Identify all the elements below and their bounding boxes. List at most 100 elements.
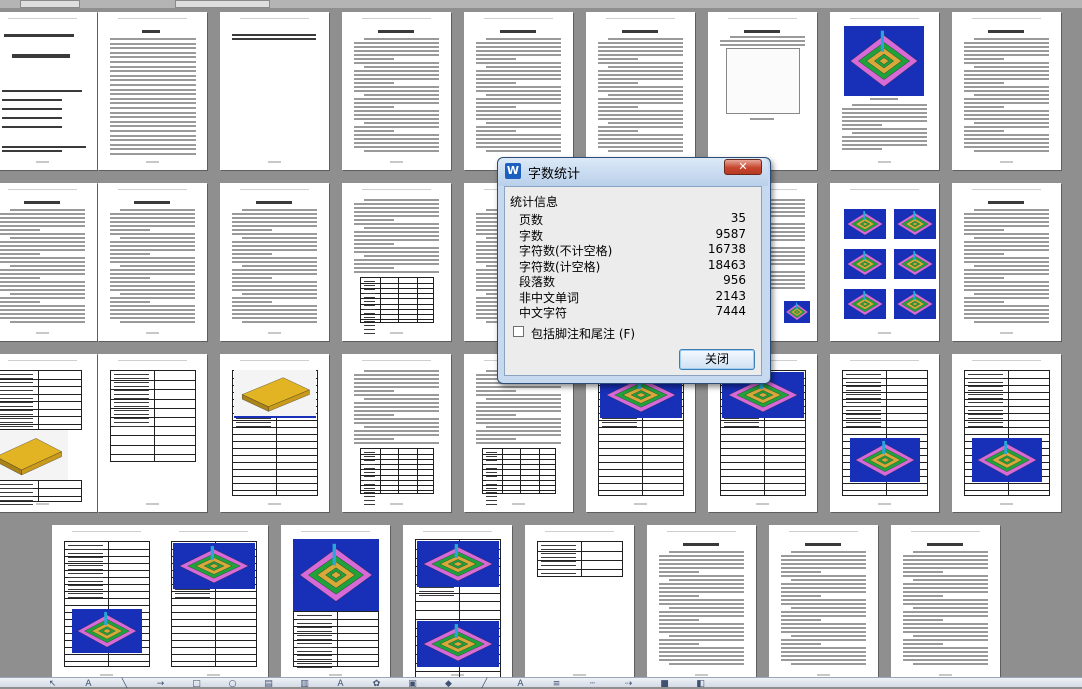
- include-footnotes-checkbox[interactable]: [513, 326, 524, 337]
- text-line: [852, 104, 927, 106]
- page-thumbnail[interactable]: [281, 525, 390, 683]
- page-thumbnail[interactable]: [830, 183, 939, 341]
- page-thumbnail[interactable]: [220, 12, 329, 170]
- tab-fragment[interactable]: [175, 0, 270, 8]
- clipart-icon[interactable]: ✿: [372, 680, 381, 689]
- page-thumbnail[interactable]: [52, 525, 161, 683]
- page-thumbnail[interactable]: [464, 12, 573, 170]
- wordart-icon[interactable]: A: [336, 680, 345, 689]
- text-line: [232, 317, 317, 319]
- page-thumbnail[interactable]: [0, 354, 97, 512]
- table-row-line: [233, 427, 317, 428]
- text-line: [354, 378, 439, 380]
- include-footnotes-label[interactable]: 包括脚注和尾注 (F): [531, 325, 635, 342]
- page-thumbnail[interactable]: [342, 12, 451, 170]
- line-style-icon[interactable]: ≡: [552, 680, 561, 689]
- page-thumbnail[interactable]: [830, 354, 939, 512]
- shadow-icon[interactable]: ■: [660, 680, 669, 689]
- page-thumbnail[interactable]: [98, 354, 207, 512]
- text-line: [964, 62, 1049, 64]
- text-line: [964, 114, 1049, 116]
- dash-style-icon[interactable]: ┄: [588, 680, 597, 689]
- table-cell-text: [724, 426, 759, 427]
- page-header-rule: [117, 18, 188, 19]
- table-row-line: [233, 420, 317, 421]
- font-color-icon[interactable]: A: [516, 680, 525, 689]
- text-line: [354, 134, 439, 136]
- textbox-icon[interactable]: ▤: [264, 680, 273, 689]
- page-thumbnail[interactable]: [708, 12, 817, 170]
- rect-icon[interactable]: □: [192, 680, 201, 689]
- page-thumbnail[interactable]: [342, 354, 451, 512]
- text-line: [913, 579, 988, 581]
- page-header-rule: [7, 18, 78, 19]
- page-thumbnail[interactable]: [952, 183, 1061, 341]
- text-line: [598, 58, 638, 60]
- table-cell-text: [0, 382, 33, 383]
- select-icon[interactable]: ↖: [48, 680, 57, 689]
- table-cell-text: [846, 378, 881, 379]
- text-line: [659, 643, 699, 645]
- table-cell-text: [541, 549, 576, 550]
- table-row-line: [721, 441, 805, 442]
- text-line: [10, 209, 85, 211]
- text-line: [120, 293, 195, 295]
- line-color-icon[interactable]: ╱: [480, 680, 489, 689]
- ellipse-icon[interactable]: ○: [228, 680, 237, 689]
- text-line: [354, 223, 439, 225]
- arrow-icon[interactable]: →: [156, 680, 165, 689]
- page-thumbnail[interactable]: [0, 12, 97, 170]
- line-icon[interactable]: ╲: [120, 680, 129, 689]
- cad-model-render: [855, 440, 915, 477]
- page-number: [694, 674, 709, 676]
- table-cell-text: [68, 597, 103, 598]
- text-line: [354, 130, 394, 132]
- page-thumbnail[interactable]: [403, 525, 512, 683]
- text-line: [903, 599, 988, 601]
- page-thumbnail[interactable]: [891, 525, 1000, 683]
- arrow-style-icon[interactable]: ⇢: [624, 680, 633, 689]
- page-table: [537, 541, 623, 577]
- table-cell-text: [846, 398, 881, 399]
- text-line: [364, 426, 439, 428]
- table-row-line: [111, 435, 195, 437]
- text-line: [598, 86, 683, 88]
- text-line: [964, 273, 1049, 275]
- page-thumbnail[interactable]: [525, 525, 634, 683]
- dialog-titlebar[interactable]: W 字数统计 ✕: [498, 158, 768, 186]
- page-thumbnail[interactable]: [0, 183, 97, 341]
- page-thumbnail[interactable]: [952, 12, 1061, 170]
- text-line: [486, 426, 561, 428]
- page-number: [145, 332, 160, 334]
- 3d-icon[interactable]: ◧: [696, 680, 705, 689]
- page-thumbnail[interactable]: [98, 183, 207, 341]
- table-cell-text: [968, 426, 1003, 427]
- text-line: [903, 643, 943, 645]
- text-line: [0, 233, 85, 235]
- page-thumbnail[interactable]: [769, 525, 878, 683]
- text-line: [0, 273, 85, 275]
- table-cell-text: [968, 402, 1003, 403]
- text-line: [476, 442, 561, 444]
- tab-fragment[interactable]: [20, 0, 80, 8]
- vertical-textbox-icon[interactable]: ▥: [300, 680, 309, 689]
- page-thumbnail[interactable]: [647, 525, 756, 683]
- page-thumbnail[interactable]: [952, 354, 1061, 512]
- toc-entry: [110, 120, 196, 123]
- close-icon[interactable]: ✕: [724, 159, 762, 175]
- page-thumbnail[interactable]: [586, 12, 695, 170]
- text-line: [781, 631, 866, 633]
- page-thumbnail[interactable]: [830, 12, 939, 170]
- fill-color-icon[interactable]: ◆: [444, 680, 453, 689]
- picture-icon[interactable]: ▣: [408, 680, 417, 689]
- close-button[interactable]: 关闭: [679, 349, 755, 370]
- text-line: [110, 305, 195, 307]
- text-line: [120, 321, 195, 323]
- page-thumbnail[interactable]: [342, 183, 451, 341]
- text-line: [659, 623, 744, 625]
- page-thumbnail[interactable]: [220, 183, 329, 341]
- text-icon[interactable]: A: [84, 680, 93, 689]
- page-thumbnail[interactable]: [159, 525, 268, 683]
- page-thumbnail[interactable]: [98, 12, 207, 170]
- page-thumbnail[interactable]: [220, 354, 329, 512]
